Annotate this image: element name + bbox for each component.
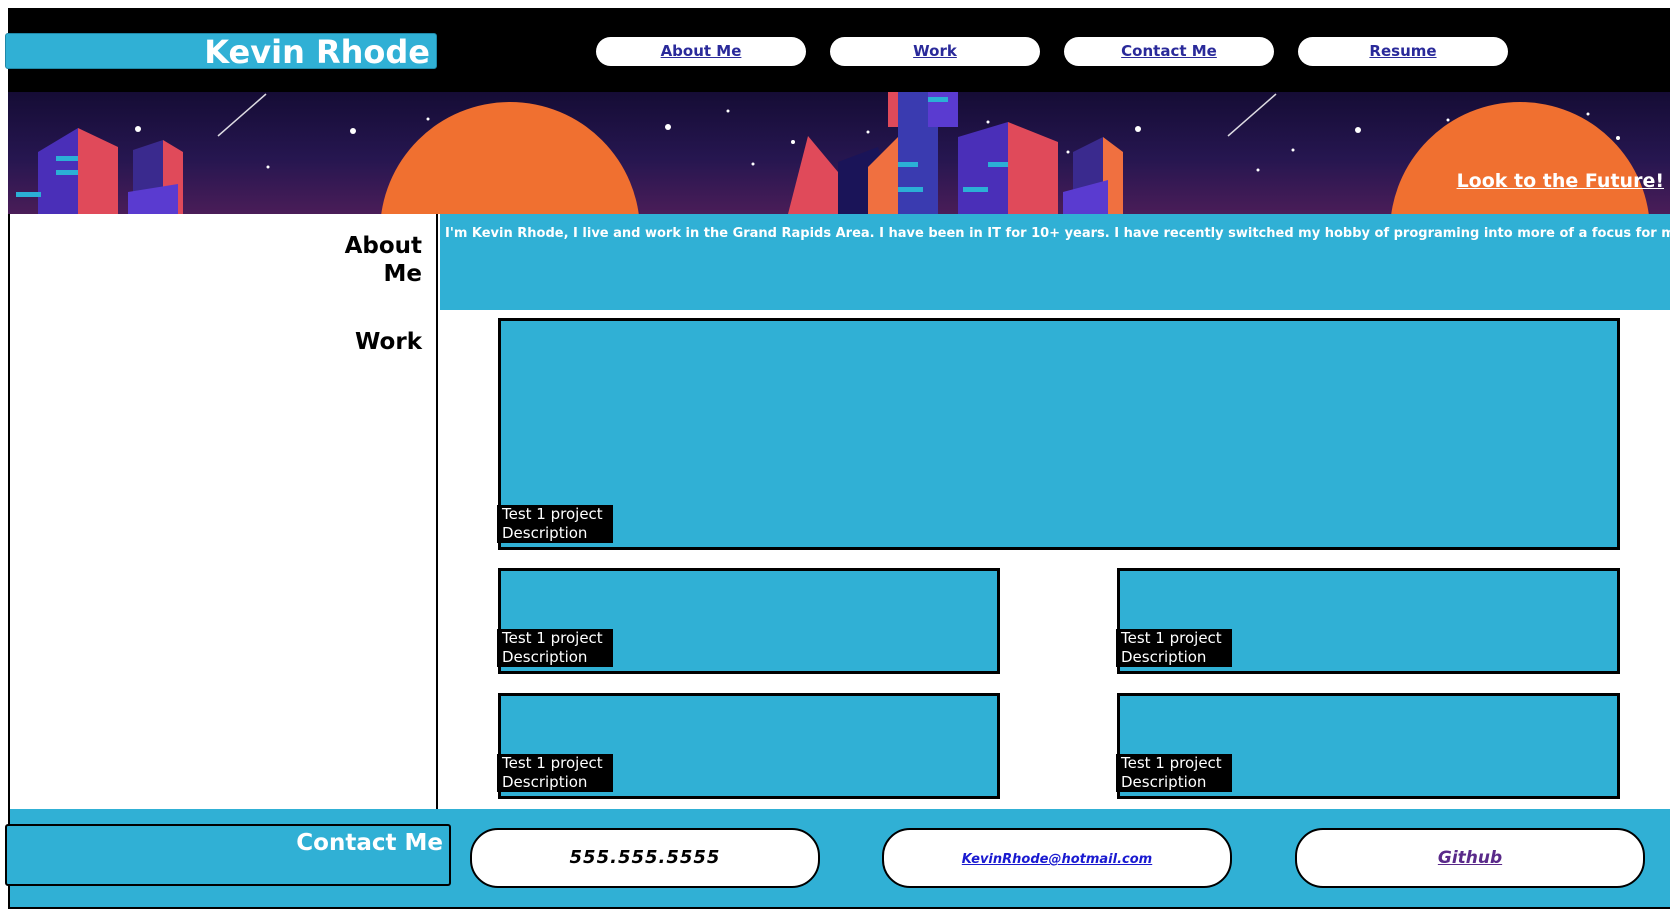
nav-contact-me[interactable]: Contact Me <box>1064 37 1274 66</box>
project-card[interactable]: Test 1 project Description <box>1116 693 1620 799</box>
project-card-featured[interactable]: Test 1 project Description <box>497 318 1620 550</box>
project-caption: Test 1 project Description <box>497 754 613 792</box>
page: Kevin Rhode About Me Work Contact Me Res… <box>0 0 1670 917</box>
project-card[interactable]: Test 1 project Description <box>1116 568 1620 674</box>
project-caption: Test 1 project Description <box>497 629 613 667</box>
nav-about-me[interactable]: About Me <box>596 37 806 66</box>
nav-work[interactable]: Work <box>830 37 1040 66</box>
email-link[interactable]: KevinRhode@hotmail.com <box>962 852 1152 867</box>
github-link[interactable]: Github <box>1438 848 1502 868</box>
section-labels-column <box>8 214 438 809</box>
work-heading: Work <box>355 329 422 355</box>
phone-number: 555.555.5555 <box>569 847 721 868</box>
banner-tagline-link[interactable]: Look to the Future! <box>1457 170 1664 192</box>
about-text: I'm Kevin Rhode, I live and work in the … <box>445 226 1670 241</box>
site-title: Kevin Rhode <box>5 33 437 70</box>
project-card[interactable]: Test 1 project Description <box>497 693 1000 799</box>
project-caption: Test 1 project Description <box>1116 629 1232 667</box>
cityscape-illustration <box>16 92 1649 214</box>
hero-banner: Look to the Future! <box>8 92 1670 214</box>
about-heading: About Me <box>344 233 422 287</box>
contact-heading: Contact Me <box>5 824 451 886</box>
project-caption: Test 1 project Description <box>1116 754 1232 792</box>
email-pill[interactable]: KevinRhode@hotmail.com <box>882 828 1232 888</box>
about-panel: I'm Kevin Rhode, I live and work in the … <box>440 214 1670 310</box>
project-card[interactable]: Test 1 project Description <box>497 568 1000 674</box>
project-caption: Test 1 project Description <box>497 505 613 543</box>
phone-pill: 555.555.5555 <box>470 828 820 888</box>
github-pill[interactable]: Github <box>1295 828 1645 888</box>
nav-resume[interactable]: Resume <box>1298 37 1508 66</box>
